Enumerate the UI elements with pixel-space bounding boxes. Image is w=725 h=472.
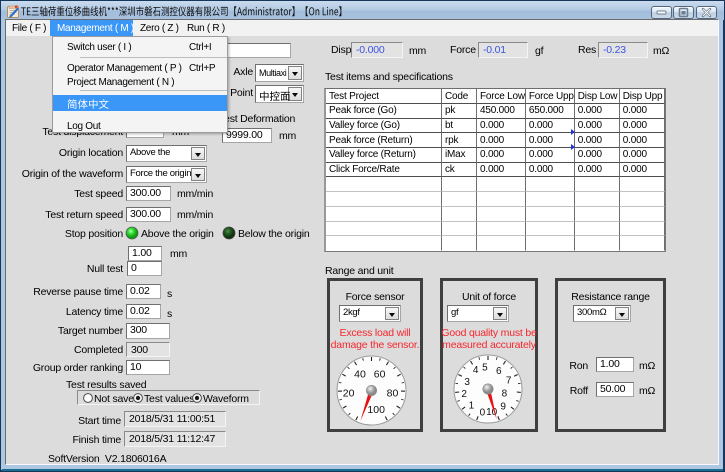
svg-text:0: 0: [479, 407, 485, 418]
svg-text:1: 1: [468, 400, 474, 411]
svg-text:8: 8: [501, 388, 507, 399]
svg-text:80: 80: [387, 387, 399, 399]
svg-text:9: 9: [500, 401, 506, 412]
svg-text:20: 20: [343, 387, 355, 399]
svg-text:3: 3: [464, 376, 470, 387]
svg-text:7: 7: [505, 375, 511, 386]
svg-text:4: 4: [472, 365, 478, 376]
svg-text:6: 6: [496, 365, 502, 376]
svg-text:40: 40: [354, 368, 366, 380]
svg-text:2: 2: [461, 388, 467, 399]
svg-text:5: 5: [482, 362, 488, 373]
svg-text:100: 100: [367, 404, 385, 416]
svg-text:60: 60: [374, 368, 386, 380]
